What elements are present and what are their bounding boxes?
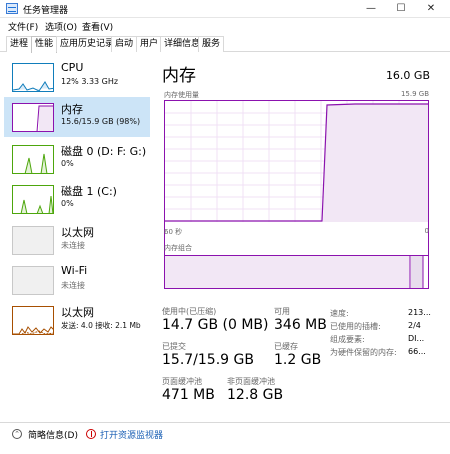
sidebar-item-value: 0%	[61, 199, 74, 208]
slots-label: 已使用的插槽:	[330, 322, 381, 331]
tab-processes[interactable]: 进程	[6, 36, 33, 52]
tab-strip: 进程 性能 应用历史记录 启动 用户 详细信息 服务	[0, 36, 450, 53]
committed-value: 15.7/15.9 GB	[162, 352, 254, 368]
task-manager-icon	[6, 3, 18, 14]
ethernet-1-thumbnail	[12, 226, 54, 255]
chevron-up-icon[interactable]: ⌃	[12, 429, 22, 439]
menu-bar: 文件(F) 选项(O) 查看(V)	[0, 18, 450, 34]
menu-options[interactable]: 选项(O)	[45, 20, 77, 33]
sidebar-item-value: 未连接	[61, 241, 85, 250]
wifi-thumbnail	[12, 266, 54, 295]
paged-pool-label: 页面缓冲池	[162, 377, 202, 386]
title-bar: 任务管理器 — ☐ ✕	[0, 0, 450, 18]
resource-monitor-icon[interactable]	[86, 429, 96, 439]
nonpaged-pool-value: 12.8 GB	[227, 387, 284, 403]
cpu-thumbnail	[12, 63, 54, 92]
tab-users[interactable]: 用户	[136, 36, 163, 52]
sidebar-item-cpu[interactable]: CPU 12% 3.33 GHz	[4, 57, 150, 97]
available-value: 346 MB	[274, 317, 327, 333]
time-axis-right: 0	[424, 227, 429, 235]
sidebar-item-memory[interactable]: 内存 15.6/15.9 GB (98%)	[4, 97, 150, 137]
window-title: 任务管理器	[23, 6, 69, 16]
tab-app-history[interactable]: 应用历史记录	[56, 36, 119, 52]
sidebar-item-disk-1[interactable]: 磁盘 1 (C:) 0%	[4, 179, 150, 219]
sidebar-item-value: 0%	[61, 159, 74, 168]
menu-file[interactable]: 文件(F)	[8, 20, 38, 33]
minimize-button[interactable]: —	[356, 0, 386, 18]
cached-label: 已缓存	[274, 342, 298, 351]
sidebar-item-ethernet-2[interactable]: 以太网 发送: 4.0 接收: 2.1 Mb	[4, 300, 150, 340]
memory-usage-graph	[164, 100, 429, 277]
committed-label: 已提交	[162, 342, 186, 351]
hardware-reserved-label: 为硬件保留的内存:	[330, 348, 397, 357]
form-factor-value: DI...	[408, 334, 425, 343]
available-label: 可用	[274, 307, 290, 316]
sidebar-item-label: 以太网	[61, 226, 94, 239]
resource-sidebar: CPU 12% 3.33 GHz 内存 15.6/15.9 GB (98%) 磁…	[0, 53, 150, 419]
sidebar-item-value: 未连接	[61, 281, 85, 290]
sidebar-item-label: 磁盘 1 (C:)	[61, 185, 117, 198]
sidebar-item-label: Wi-Fi	[61, 264, 88, 277]
tab-startup[interactable]: 启动	[111, 36, 138, 52]
memory-composition-chart	[165, 256, 424, 288]
sidebar-item-value: 15.6/15.9 GB (98%)	[61, 117, 141, 126]
memory-thumbnail	[12, 103, 54, 132]
form-factor-label: 组成要素:	[330, 335, 365, 344]
close-button[interactable]: ✕	[416, 0, 446, 18]
sidebar-item-wifi[interactable]: Wi-Fi 未连接	[4, 260, 150, 300]
total-memory: 16.0 GB	[385, 69, 430, 82]
memory-usage-chart	[165, 101, 428, 222]
nonpaged-pool-label: 非页面缓冲池	[227, 377, 275, 386]
sidebar-item-ethernet-1[interactable]: 以太网 未连接	[4, 220, 150, 260]
sidebar-item-value: 发送: 4.0 接收: 2.1 Mb	[61, 321, 141, 330]
page-title: 内存	[162, 66, 196, 86]
fewer-details-link[interactable]: 简略信息(D)	[28, 428, 78, 441]
sidebar-item-label: 以太网	[61, 306, 94, 319]
ethernet-2-thumbnail	[12, 306, 54, 335]
tab-performance[interactable]: 性能	[31, 36, 58, 53]
sidebar-item-label: CPU	[61, 61, 84, 74]
open-resource-monitor-link[interactable]: 打开资源监视器	[100, 428, 163, 441]
disk-0-thumbnail	[12, 145, 54, 174]
maximize-button[interactable]: ☐	[386, 0, 416, 18]
speed-label: 速度:	[330, 309, 349, 318]
in-use-label: 使用中(已压缩)	[162, 307, 217, 316]
menu-view[interactable]: 查看(V)	[82, 20, 113, 33]
memory-detail-panel: 内存 16.0 GB 内存使用量 15.9 GB 60 秒 0 内存组合 使用中…	[150, 53, 444, 419]
in-use-value: 14.7 GB (0 MB)	[162, 317, 269, 333]
composition-label: 内存组合	[164, 244, 192, 252]
footer-bar: ⌃ 简略信息(D) 打开资源监视器	[0, 422, 450, 446]
paged-pool-value: 471 MB	[162, 387, 215, 403]
sidebar-item-label: 内存	[61, 103, 83, 116]
usage-graph-max: 15.9 GB	[400, 90, 429, 98]
sidebar-item-value: 12% 3.33 GHz	[61, 77, 119, 86]
usage-graph-label: 内存使用量	[164, 91, 199, 99]
slots-value: 2/4	[408, 321, 421, 330]
sidebar-item-label: 磁盘 0 (D: F: G:)	[61, 145, 147, 158]
sidebar-item-disk-0[interactable]: 磁盘 0 (D: F: G:) 0%	[4, 139, 150, 179]
memory-composition-bar	[164, 255, 429, 289]
time-axis-left: 60 秒	[164, 228, 183, 236]
hardware-reserved-value: 66...	[408, 347, 426, 356]
cached-value: 1.2 GB	[274, 352, 322, 368]
tab-services[interactable]: 服务	[198, 36, 225, 52]
disk-1-thumbnail	[12, 185, 54, 214]
speed-value: 213...	[408, 308, 431, 317]
